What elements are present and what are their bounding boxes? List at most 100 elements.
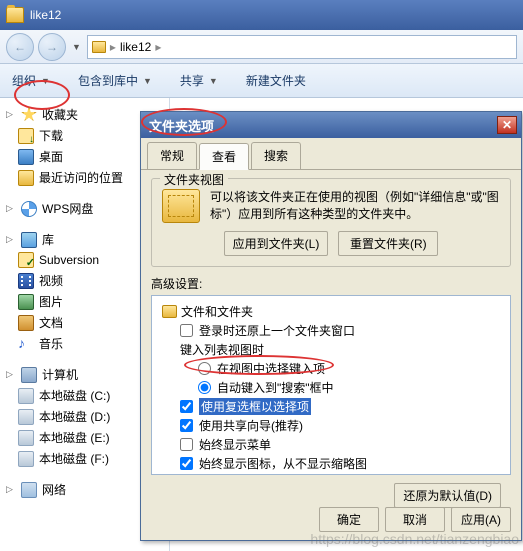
organize-label: 组织	[12, 72, 36, 89]
tree-label: 桌面	[39, 148, 63, 165]
caret-icon: ▷	[6, 203, 16, 214]
tree-label: 收藏夹	[42, 106, 78, 123]
documents-icon	[18, 315, 34, 331]
checkbox[interactable]	[180, 419, 193, 432]
folder-icon	[92, 41, 106, 53]
checkbox[interactable]	[180, 400, 193, 413]
adv-item[interactable]: 始终显示图标，从不显示缩略图	[156, 454, 506, 473]
adv-item-label: 使用共享向导(推荐)	[199, 417, 303, 434]
back-button[interactable]: ←	[6, 33, 34, 61]
tree-label: 库	[42, 231, 54, 248]
dialog-tabs: 常规 查看 搜索	[141, 138, 521, 170]
music-icon: ♪	[18, 336, 34, 352]
checkbox[interactable]	[180, 324, 193, 337]
close-button[interactable]: ✕	[497, 116, 517, 134]
dialog-button-row: 确定 取消 应用(A)	[319, 507, 511, 532]
tree-label: 图片	[39, 293, 63, 310]
adv-item-label: 使用复选框以选择项	[199, 398, 311, 415]
dialog-body: 文件夹视图 可以将该文件夹正在使用的视图（例如"详细信息"或"图标"）应用到所有…	[141, 170, 521, 516]
share-label: 共享	[180, 72, 204, 89]
folder-large-icon	[162, 189, 200, 223]
tree-label: 下载	[39, 127, 63, 144]
adv-item[interactable]: 始终显示菜单	[156, 435, 506, 454]
tree-label: 网络	[42, 481, 66, 498]
adv-item-label: 在视图中选择键入项	[217, 360, 325, 377]
adv-item[interactable]: 登录时还原上一个文件夹窗口	[156, 321, 506, 340]
tree-label: 最近访问的位置	[39, 169, 123, 186]
drive-icon	[18, 430, 34, 446]
chevron-down-icon: ▼	[207, 76, 220, 86]
window-title: like12	[30, 8, 61, 22]
drive-icon	[18, 451, 34, 467]
adv-item[interactable]: 键入列表视图时	[156, 340, 506, 359]
breadcrumb-sep-icon: ▸	[110, 40, 116, 54]
apply-button[interactable]: 应用(A)	[451, 507, 511, 532]
pictures-icon	[18, 294, 34, 310]
adv-item[interactable]: 使用共享向导(推荐)	[156, 416, 506, 435]
recent-icon	[18, 170, 34, 186]
drive-icon	[18, 409, 34, 425]
adv-item[interactable]: 自动键入到"搜索"框中	[156, 378, 506, 397]
breadcrumb-sep-icon: ▸	[155, 40, 161, 54]
advanced-settings-tree[interactable]: 文件和文件夹 登录时还原上一个文件夹窗口键入列表视图时在视图中选择键入项自动键入…	[151, 295, 511, 475]
download-icon	[18, 128, 34, 144]
library-icon	[21, 232, 37, 248]
star-icon	[21, 107, 37, 123]
nav-bar: ← → ▼ ▸ like12 ▸	[0, 30, 523, 64]
forward-arrow-icon: →	[46, 40, 58, 54]
folder-icon	[6, 7, 24, 23]
radio[interactable]	[198, 381, 211, 394]
dialog-title: 文件夹选项	[149, 116, 497, 135]
adv-root[interactable]: 文件和文件夹	[156, 302, 506, 321]
adv-item-label: 自动键入到"搜索"框中	[217, 379, 334, 396]
folder-options-dialog: 文件夹选项 ✕ 常规 查看 搜索 文件夹视图 可以将该文件夹正在使用的视图（例如…	[140, 111, 522, 541]
address-bar[interactable]: ▸ like12 ▸	[87, 35, 517, 59]
network-icon	[21, 482, 37, 498]
tree-label: 本地磁盘 (E:)	[39, 429, 110, 446]
adv-item[interactable]: 使用复选框以选择项	[156, 397, 506, 416]
new-folder-button[interactable]: 新建文件夹	[240, 68, 312, 93]
computer-icon	[21, 367, 37, 383]
svn-icon	[18, 252, 34, 268]
restore-defaults-button[interactable]: 还原为默认值(D)	[394, 483, 501, 508]
tab-search[interactable]: 搜索	[251, 142, 301, 169]
caret-icon: ▷	[6, 369, 16, 380]
adv-item-label: 键入列表视图时	[180, 341, 264, 358]
adv-item-label: 始终显示图标，从不显示缩略图	[199, 455, 367, 472]
tree-label: 计算机	[42, 366, 78, 383]
cancel-button[interactable]: 取消	[385, 507, 445, 532]
tab-view[interactable]: 查看	[199, 143, 249, 170]
window-titlebar: like12	[0, 0, 523, 30]
include-label: 包含到库中	[78, 72, 138, 89]
adv-item-label: 始终显示菜单	[199, 436, 271, 453]
checkbox[interactable]	[180, 457, 193, 470]
desktop-icon	[18, 149, 34, 165]
ok-button[interactable]: 确定	[319, 507, 379, 532]
folder-view-group: 文件夹视图 可以将该文件夹正在使用的视图（例如"详细信息"或"图标"）应用到所有…	[151, 178, 511, 267]
tab-general[interactable]: 常规	[147, 142, 197, 169]
checkbox[interactable]	[180, 438, 193, 451]
chevron-down-icon: ▼	[141, 76, 154, 86]
forward-button[interactable]: →	[38, 33, 66, 61]
wps-icon	[21, 201, 37, 217]
organize-menu[interactable]: 组织▼	[6, 68, 58, 93]
back-arrow-icon: ←	[14, 40, 26, 54]
tree-label: 本地磁盘 (D:)	[39, 408, 110, 425]
share-menu[interactable]: 共享▼	[174, 68, 226, 93]
include-menu[interactable]: 包含到库中▼	[72, 68, 160, 93]
reset-folders-button[interactable]: 重置文件夹(R)	[338, 231, 438, 256]
tree-label: 本地磁盘 (C:)	[39, 387, 110, 404]
drive-icon	[18, 388, 34, 404]
dialog-titlebar: 文件夹选项 ✕	[141, 112, 521, 138]
radio[interactable]	[198, 362, 211, 375]
adv-label: 文件和文件夹	[181, 303, 253, 320]
apply-to-folders-button[interactable]: 应用到文件夹(L)	[224, 231, 329, 256]
adv-item[interactable]: 在视图中选择键入项	[156, 359, 506, 378]
explorer-toolbar: 组织▼ 包含到库中▼ 共享▼ 新建文件夹	[0, 64, 523, 98]
tree-label: 音乐	[39, 335, 63, 352]
new-folder-label: 新建文件夹	[246, 72, 306, 89]
caret-icon: ▷	[6, 484, 16, 495]
tree-label: Subversion	[39, 253, 99, 267]
address-path: like12	[120, 40, 151, 54]
nav-history-dropdown[interactable]: ▼	[70, 42, 83, 52]
